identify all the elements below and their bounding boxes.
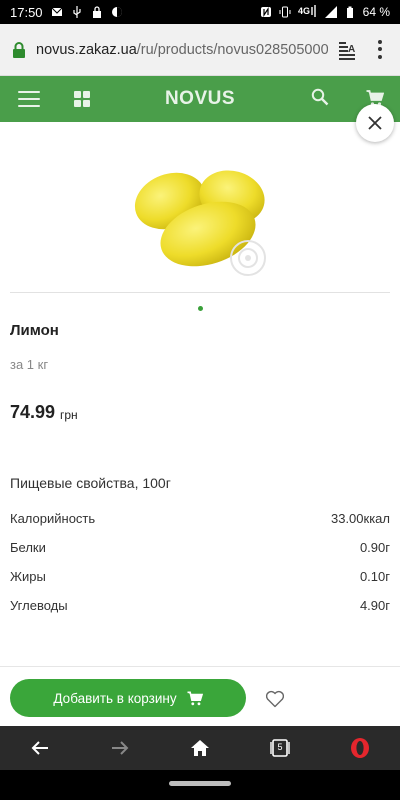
nutrition-label: Белки (10, 540, 46, 555)
close-icon (368, 116, 382, 130)
cart-icon (187, 691, 203, 705)
nutrition-value: 0.10г (359, 569, 390, 584)
url-text[interactable]: novus.zakaz.ua/ru/products/novus02850500… (36, 42, 328, 58)
usb-icon (72, 6, 81, 18)
status-time: 17:50 (10, 4, 43, 20)
dnd-icon (111, 7, 122, 17)
browser-nav-bar: 5 (0, 726, 400, 770)
search-icon[interactable] (311, 88, 329, 106)
product-title: Лимон (10, 322, 59, 339)
forward-arrow-icon[interactable] (109, 737, 131, 759)
nutrition-value: 0.90г (359, 540, 390, 555)
battery-icon (346, 6, 353, 18)
grid-icon[interactable] (74, 91, 90, 107)
nutrition-label: Калорийность (10, 511, 96, 526)
close-button[interactable] (356, 104, 394, 142)
browser-address-bar[interactable]: novus.zakaz.ua/ru/products/novus02850500… (0, 24, 400, 76)
nutrition-label: Жиры (10, 569, 46, 584)
signal-icon (324, 6, 337, 18)
site-logo[interactable]: NOVUS (0, 88, 400, 110)
vibrate-icon (279, 6, 291, 18)
notification-icons (51, 6, 123, 18)
4g-signal-icon: 4G (298, 5, 316, 17)
divider (0, 666, 400, 667)
nutrition-row: Жиры 0.10г (10, 569, 390, 589)
nutrition-row: Калорийность 33.00ккал (10, 511, 390, 531)
back-arrow-icon[interactable] (29, 737, 51, 759)
reader-mode-icon[interactable]: A (336, 39, 358, 61)
divider (10, 292, 390, 293)
tabs-button[interactable]: 5 (269, 737, 291, 759)
add-to-cart-label: Добавить в корзину (53, 690, 177, 706)
product-unit: за 1 кг (10, 357, 49, 372)
nutrition-value: 33.00ккал (330, 511, 390, 526)
mail-icon (51, 7, 62, 16)
add-to-cart-button[interactable]: Добавить в корзину (10, 679, 246, 717)
nutrition-label: Углеводы (10, 598, 68, 613)
nfc-icon (260, 7, 271, 17)
more-vert-icon[interactable] (372, 39, 388, 61)
system-icons: 4G 64 % (260, 5, 390, 19)
tabs-count: 5 (277, 742, 283, 752)
nutrition-row: Белки 0.90г (10, 540, 390, 560)
carousel-indicator (198, 306, 203, 311)
favorite-heart-icon[interactable] (265, 690, 285, 708)
nutrition-value: 4.90г (359, 598, 390, 613)
nutrition-title: Пищевые свойства, 100г (10, 475, 171, 491)
svg-text:4G: 4G (298, 6, 310, 16)
price-currency: грн (60, 408, 78, 422)
product-price: 74.99 (10, 402, 56, 422)
svg-text:A: A (348, 44, 355, 55)
nutrition-row: Углеводы 4.90г (10, 598, 390, 618)
status-bar: 17:50 4G 64 % (0, 0, 400, 24)
lock-icon (13, 41, 25, 58)
hamburger-menu-icon[interactable] (18, 91, 40, 107)
gesture-handle[interactable] (169, 781, 231, 786)
battery-percent: 64 % (362, 5, 390, 19)
opera-icon[interactable] (349, 737, 371, 759)
home-icon[interactable] (189, 737, 211, 759)
product-image[interactable] (120, 155, 280, 283)
site-header: NOVUS (0, 76, 400, 122)
lock-status-icon (92, 6, 101, 18)
